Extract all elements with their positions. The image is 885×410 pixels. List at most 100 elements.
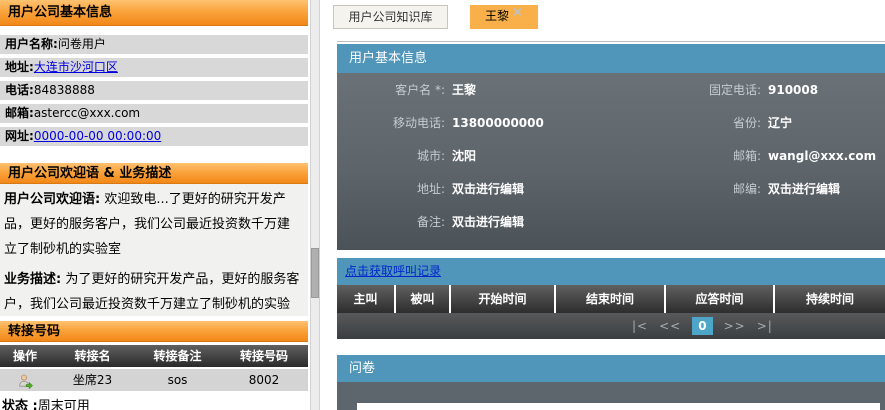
customer-name-value[interactable]: 王黎 bbox=[452, 74, 476, 107]
pager-prev-button[interactable]: << bbox=[659, 319, 681, 333]
transfer-note-cell: sos bbox=[135, 369, 220, 391]
company-name-value: 问卷用户 bbox=[58, 37, 106, 51]
city-value[interactable]: 沈阳 bbox=[452, 140, 476, 173]
transfer-col-action: 操作 bbox=[0, 345, 50, 367]
pagination: |< << 0 >> >| bbox=[632, 313, 773, 339]
company-website-label: 网址: bbox=[5, 129, 34, 143]
welcome-description-area: 用户公司欢迎语: 欢迎致电...了更好的研究开发产品，更好的服务客户，我们公司最… bbox=[0, 184, 308, 316]
tab-customer-wangli[interactable]: 王黎× bbox=[470, 5, 538, 29]
company-email-label: 邮箱: bbox=[5, 106, 34, 120]
pager-current-page[interactable]: 0 bbox=[692, 317, 712, 335]
pager-first-button[interactable]: |< bbox=[632, 319, 648, 333]
welcome-paragraph: 用户公司欢迎语: 欢迎致电...了更好的研究开发产品，更好的服务客户，我们公司最… bbox=[4, 187, 300, 262]
field-email: 邮箱: wangl@xxx.com bbox=[637, 140, 885, 173]
transfer-number-cell: 8002 bbox=[220, 369, 308, 391]
company-website-link[interactable]: 0000-00-00 00:00:00 bbox=[34, 129, 161, 143]
address-label: 地址: bbox=[337, 173, 445, 206]
col-end-time: 结束时间 bbox=[554, 285, 664, 313]
business-label: 业务描述: bbox=[4, 272, 61, 287]
company-name-row: 用户名称:问卷用户 bbox=[0, 35, 308, 54]
close-icon[interactable]: × bbox=[512, 5, 523, 20]
pager-next-button[interactable]: >> bbox=[724, 319, 746, 333]
zipcode-value[interactable]: 双击进行编辑 bbox=[768, 173, 840, 206]
company-phone-label: 电话: bbox=[5, 83, 34, 97]
remark-value[interactable]: 双击进行编辑 bbox=[452, 206, 524, 239]
transfer-status-line: 状态 :周末可用 bbox=[0, 395, 308, 410]
company-email-value: astercc@xxx.com bbox=[34, 106, 140, 120]
transfer-table-row: 坐席23 sos 8002 bbox=[0, 369, 308, 391]
user-info-row: 城市: 沈阳 邮箱: wangl@xxx.com bbox=[337, 140, 885, 173]
field-province: 省份: 辽宁 bbox=[637, 107, 885, 140]
user-info-header: 用户基本信息 bbox=[337, 44, 885, 73]
fixed-phone-label: 固定电话: bbox=[637, 74, 761, 107]
call-records-table-header: 主叫 被叫 开始时间 结束时间 应答时间 持续时间 bbox=[337, 285, 885, 313]
welcome-section-header: 用户公司欢迎语 & 业务描述 bbox=[0, 163, 308, 184]
welcome-label: 用户公司欢迎语: bbox=[4, 192, 100, 207]
field-remark: 备注: 双击进行编辑 bbox=[337, 206, 637, 239]
status-value: 周末可用 bbox=[38, 399, 90, 410]
remark-label: 备注: bbox=[337, 206, 445, 239]
user-info-row: 备注: 双击进行编辑 bbox=[337, 206, 885, 239]
col-callee: 被叫 bbox=[394, 285, 449, 313]
transfer-col-note: 转接备注 bbox=[135, 345, 220, 367]
company-email-row: 邮箱:astercc@xxx.com bbox=[0, 104, 308, 123]
status-label: 状态 : bbox=[2, 399, 38, 410]
user-info-row: 地址: 双击进行编辑 邮编: 双击进行编辑 bbox=[337, 173, 885, 206]
call-records-pager-row: |< << 0 >> >| bbox=[337, 313, 885, 339]
questionnaire-panel: 问卷 bbox=[337, 355, 885, 410]
mobile-phone-label: 移动电话: bbox=[337, 107, 445, 140]
customer-name-label: 客户名 *: bbox=[337, 74, 445, 107]
company-phone-row: 电话:84838888 bbox=[0, 81, 308, 100]
field-customer-name: 客户名 *: 王黎 bbox=[337, 74, 637, 107]
questionnaire-content bbox=[357, 403, 880, 410]
email-value[interactable]: wangl@xxx.com bbox=[768, 140, 876, 173]
user-info-body: 客户名 *: 王黎 固定电话: 910008 移动电话: 13800000000… bbox=[337, 73, 885, 250]
tab-company-knowledge-label: 用户公司知识库 bbox=[348, 10, 432, 24]
call-records-bar: 点击获取呼叫记录 bbox=[337, 258, 885, 285]
company-address-link[interactable]: 大连市沙河口区 bbox=[34, 60, 118, 74]
fixed-phone-value[interactable]: 910008 bbox=[768, 74, 818, 107]
user-info-panel: 用户基本信息 客户名 *: 王黎 固定电话: 910008 移动电话: 1380… bbox=[337, 44, 885, 250]
company-address-label: 地址: bbox=[5, 60, 34, 74]
transfer-section-title: 转接号码 bbox=[8, 324, 60, 339]
left-panel-scrollbar[interactable] bbox=[310, 0, 320, 410]
transfer-action-cell bbox=[0, 369, 50, 391]
company-sidebar: 用户公司基本信息 用户名称:问卷用户 地址:大连市沙河口区 电话:8483888… bbox=[0, 0, 308, 410]
content-divider bbox=[337, 41, 885, 42]
field-zipcode: 邮编: 双击进行编辑 bbox=[637, 173, 885, 206]
welcome-section-title: 用户公司欢迎语 & 业务描述 bbox=[8, 166, 171, 181]
company-phone-value: 84838888 bbox=[34, 83, 95, 97]
call-records-panel: 点击获取呼叫记录 主叫 被叫 开始时间 结束时间 应答时间 持续时间 |< <<… bbox=[337, 258, 885, 339]
field-empty bbox=[637, 206, 885, 239]
user-go-icon[interactable] bbox=[17, 373, 33, 389]
field-address: 地址: 双击进行编辑 bbox=[337, 173, 637, 206]
questionnaire-title: 问卷 bbox=[349, 361, 375, 376]
col-answer-time: 应答时间 bbox=[664, 285, 773, 313]
mobile-phone-value[interactable]: 13800000000 bbox=[452, 107, 544, 140]
user-info-row: 移动电话: 13800000000 省份: 辽宁 bbox=[337, 107, 885, 140]
business-paragraph: 业务描述: 为了更好的研究开发产品，更好的服务客户，我们公司最近投资数千万建立了… bbox=[4, 267, 300, 316]
field-mobile-phone: 移动电话: 13800000000 bbox=[337, 107, 637, 140]
city-label: 城市: bbox=[337, 140, 445, 173]
tab-customer-label: 王黎 bbox=[485, 9, 509, 23]
col-start-time: 开始时间 bbox=[449, 285, 554, 313]
company-website-row: 网址:0000-00-00 00:00:00 bbox=[0, 127, 308, 146]
col-caller: 主叫 bbox=[337, 285, 394, 313]
transfer-col-number: 转接号码 bbox=[220, 345, 308, 367]
transfer-name-cell: 坐席23 bbox=[50, 369, 135, 391]
company-name-label: 用户名称: bbox=[5, 37, 58, 51]
crm-screen: 用户公司基本信息 用户名称:问卷用户 地址:大连市沙河口区 电话:8483888… bbox=[0, 0, 885, 410]
tab-company-knowledge[interactable]: 用户公司知识库 bbox=[333, 5, 448, 29]
company-address-row: 地址:大连市沙河口区 bbox=[0, 58, 308, 77]
col-duration: 持续时间 bbox=[773, 285, 885, 313]
transfer-table-header: 操作 转接名 转接备注 转接号码 bbox=[0, 345, 308, 367]
pager-last-button[interactable]: >| bbox=[757, 319, 773, 333]
field-city: 城市: 沈阳 bbox=[337, 140, 637, 173]
questionnaire-header: 问卷 bbox=[337, 355, 885, 382]
company-info-rows: 用户名称:问卷用户 地址:大连市沙河口区 电话:84838888 邮箱:aste… bbox=[0, 35, 308, 146]
questionnaire-body bbox=[337, 382, 885, 410]
address-value[interactable]: 双击进行编辑 bbox=[452, 173, 524, 206]
province-value[interactable]: 辽宁 bbox=[768, 107, 792, 140]
scrollbar-thumb[interactable] bbox=[311, 248, 319, 298]
fetch-call-records-link[interactable]: 点击获取呼叫记录 bbox=[345, 264, 441, 278]
